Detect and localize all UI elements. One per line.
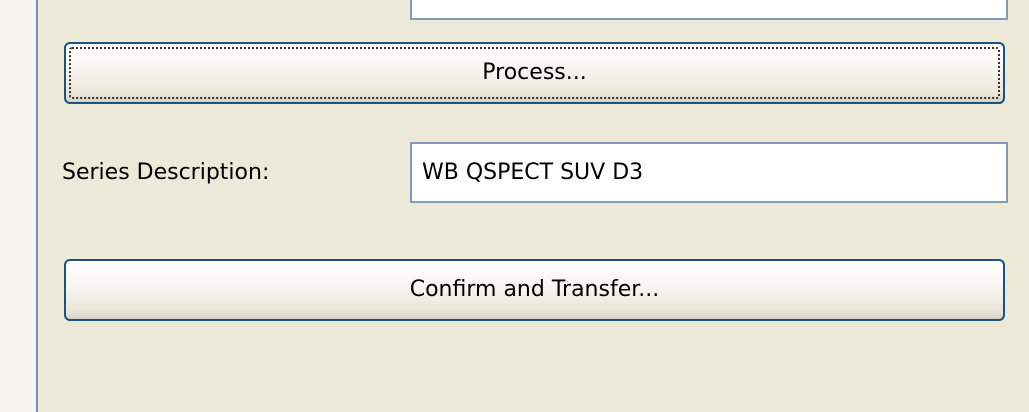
series-description-label: Series Description: [62, 160, 270, 185]
upper-text-field[interactable] [410, 0, 1008, 20]
process-button[interactable]: Process... [64, 42, 1005, 104]
series-description-input[interactable] [410, 142, 1008, 203]
confirm-button-label: Confirm and Transfer... [409, 277, 660, 302]
confirm-and-transfer-button[interactable]: Confirm and Transfer... [64, 259, 1005, 321]
process-button-label: Process... [482, 60, 587, 85]
left-gutter [0, 0, 36, 412]
